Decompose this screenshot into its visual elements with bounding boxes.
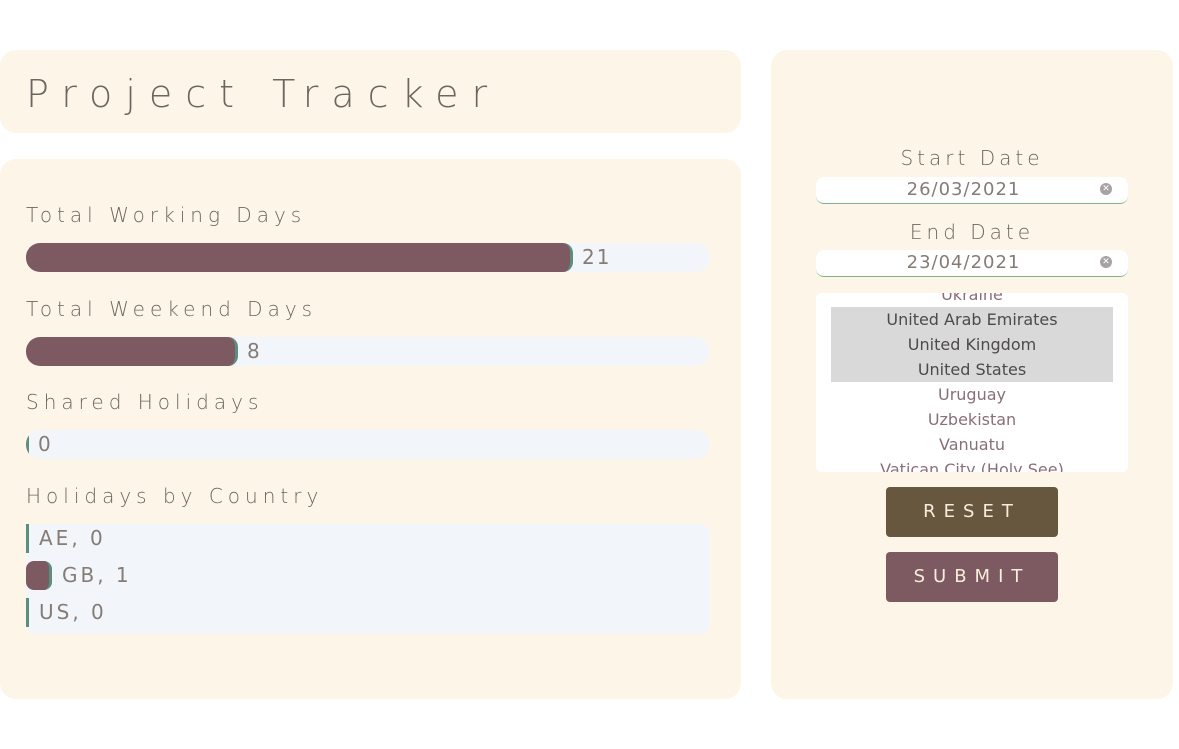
start-date-value: 26/03/2021: [906, 179, 1021, 200]
clear-circle-icon[interactable]: ✕: [1100, 256, 1112, 268]
start-date-label: Start Date: [900, 146, 1044, 170]
country-holiday-bar: [26, 598, 29, 627]
shared-holidays-bar: [26, 430, 29, 459]
weekend-days-track: [26, 337, 710, 366]
country-option[interactable]: Vanuatu: [831, 432, 1113, 457]
country-option[interactable]: Vatican City (Holy See): [831, 457, 1113, 472]
working-days-bar: [26, 243, 573, 272]
country-option[interactable]: United Arab Emirates: [831, 307, 1113, 332]
country-holiday-label: AE, 0: [39, 526, 106, 550]
start-date-input[interactable]: 26/03/2021 ✕: [816, 177, 1128, 204]
holidays-by-country-list: AE, 0 GB, 1 US, 0: [26, 524, 710, 634]
weekend-days-label: Total Weekend Days: [26, 297, 318, 321]
form-panel: Start Date 26/03/2021 ✕ End Date 23/04/2…: [771, 50, 1173, 699]
reset-button[interactable]: RESET: [886, 487, 1058, 537]
country-option[interactable]: Uzbekistan: [831, 407, 1113, 432]
shared-holidays-label: Shared Holidays: [26, 390, 264, 414]
working-days-label: Total Working Days: [26, 203, 307, 227]
end-date-label: End Date: [909, 220, 1035, 244]
country-option[interactable]: United Kingdom: [831, 332, 1113, 357]
country-option[interactable]: United States: [831, 357, 1113, 382]
stats-panel: Total Working Days 21 Total Weekend Days…: [0, 159, 741, 699]
country-holiday-bar: [26, 561, 52, 590]
country-holiday-label: US, 0: [39, 600, 107, 624]
shared-holidays-track: [26, 430, 710, 459]
clear-circle-icon[interactable]: ✕: [1100, 183, 1112, 195]
end-date-value: 23/04/2021: [906, 252, 1021, 273]
country-holiday-label: GB, 1: [62, 563, 132, 587]
submit-button[interactable]: SUBMIT: [886, 552, 1058, 602]
shared-holidays-value: 0: [38, 432, 53, 456]
working-days-value: 21: [582, 245, 612, 269]
end-date-input[interactable]: 23/04/2021 ✕: [816, 250, 1128, 277]
country-select[interactable]: Ukraine United Arab Emirates United Kingdo…: [816, 293, 1128, 472]
title-panel: Project Tracker: [0, 50, 741, 133]
country-option[interactable]: Ukraine: [831, 293, 1113, 307]
country-holiday-bar: [26, 524, 29, 553]
weekend-days-bar: [26, 337, 238, 366]
holidays-by-country-label: Holidays by Country: [26, 484, 324, 508]
weekend-days-value: 8: [247, 339, 262, 363]
country-option[interactable]: Uruguay: [831, 382, 1113, 407]
page-title: Project Tracker: [26, 72, 501, 116]
